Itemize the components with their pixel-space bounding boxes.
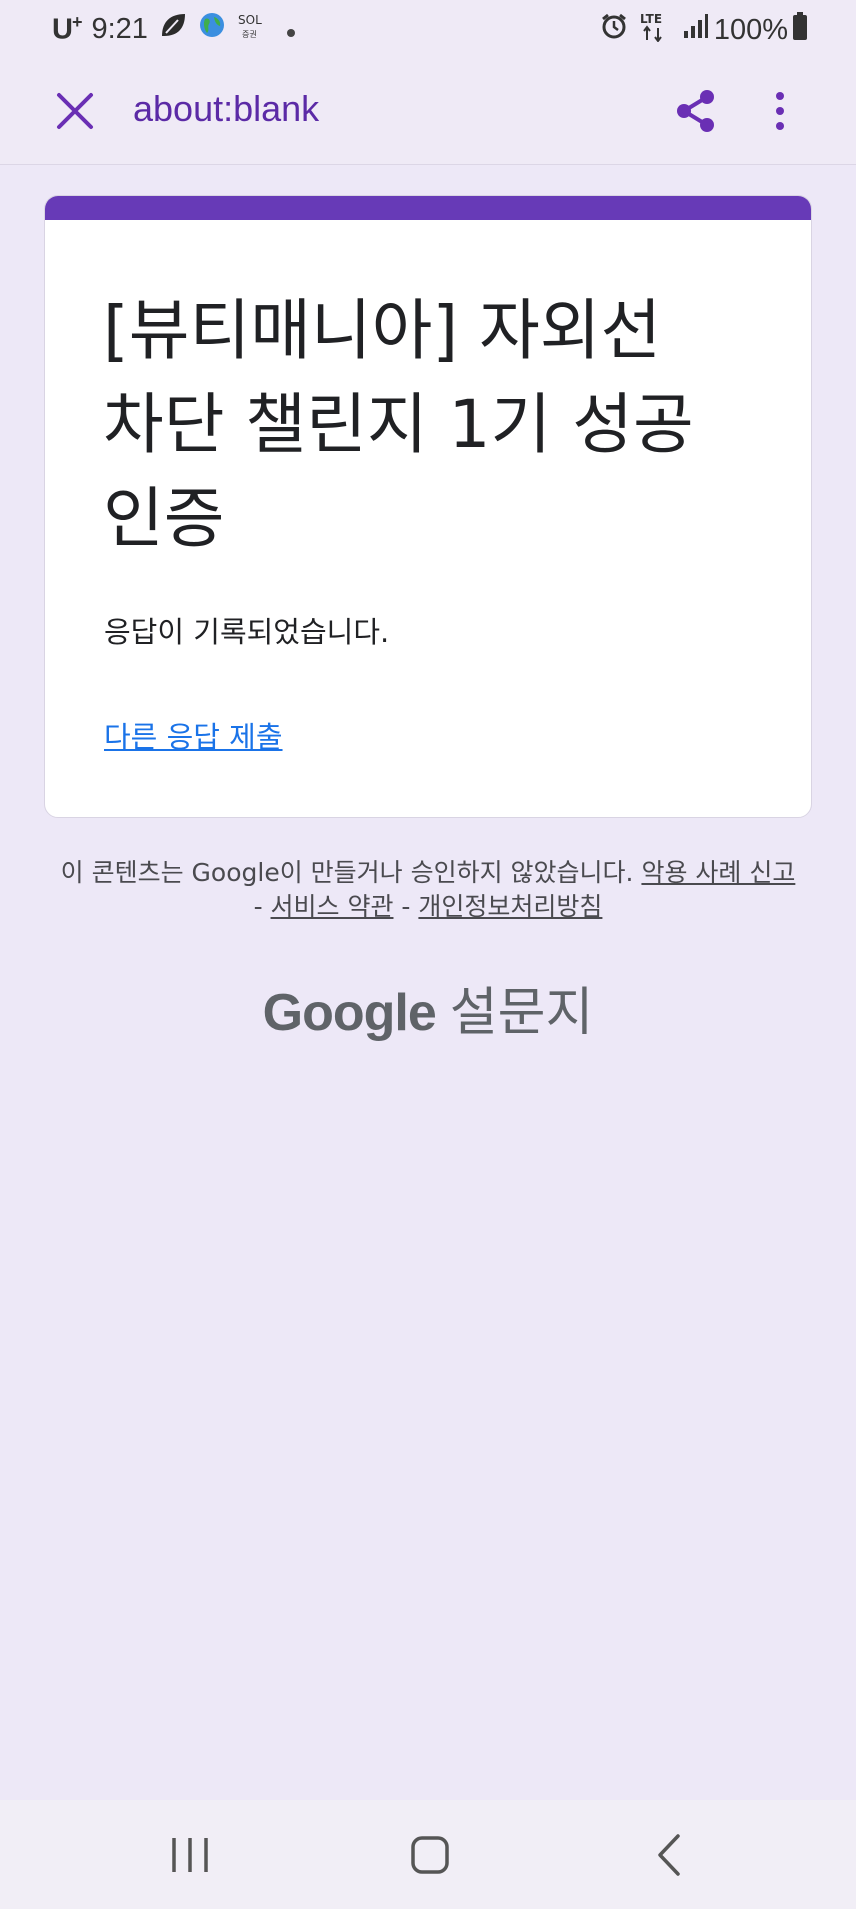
terms-link[interactable]: 서비스 약관 xyxy=(271,892,394,921)
clock: 9:21 xyxy=(91,12,148,45)
share-icon[interactable] xyxy=(672,86,720,136)
status-left: U+ 9:21 SOL 증권 xyxy=(52,10,296,48)
status-right: LTE 100% xyxy=(590,10,808,50)
home-icon[interactable] xyxy=(400,1830,460,1880)
sol-app-icon: SOL 증권 xyxy=(236,10,266,48)
form-title-line: [뷰티매니아] 자외선 xyxy=(103,292,662,369)
submit-another-response-link[interactable]: 다른 응답 제출 xyxy=(104,714,283,756)
disclaimer: 이 콘텐츠는 Google이 만들거나 승인하지 않았습니다. 악용 사례 신고… xyxy=(60,856,796,924)
separator: - xyxy=(393,892,419,921)
system-nav-bar xyxy=(0,1800,856,1909)
response-recorded-message: 응답이 기록되었습니다. xyxy=(104,615,390,649)
browser-toolbar: about:blank xyxy=(0,58,856,165)
svg-text:SOL: SOL xyxy=(238,13,262,27)
back-icon[interactable] xyxy=(640,1830,700,1880)
form-title-line: 차단 챌린지 1기 성공 xyxy=(103,386,694,463)
dot-icon xyxy=(286,13,296,46)
signal-icon xyxy=(682,13,708,47)
lte-icon: LTE xyxy=(638,10,672,50)
disclaimer-text: 이 콘텐츠는 Google이 만들거나 승인하지 않았습니다. xyxy=(60,858,634,887)
alarm-icon xyxy=(600,12,628,48)
form-confirmation-card: [뷰티매니아] 자외선 차단 챌린지 1기 성공 인증 응답이 기록되었습니다.… xyxy=(44,195,812,818)
privacy-link[interactable]: 개인정보처리방침 xyxy=(418,892,602,921)
battery-percent: 100% xyxy=(713,13,788,46)
report-abuse-link[interactable]: 악용 사례 신고 xyxy=(641,858,795,887)
battery-icon xyxy=(792,12,808,48)
separator: - xyxy=(253,892,271,921)
close-icon[interactable] xyxy=(50,86,100,136)
form-title-line: 인증 xyxy=(103,480,225,557)
svg-text:증권: 증권 xyxy=(242,29,257,39)
card-accent-bar xyxy=(45,196,811,220)
more-vert-icon[interactable] xyxy=(765,86,795,136)
google-forms-logo[interactable]: Google 설문지 xyxy=(0,970,856,1045)
status-bar: U+ 9:21 SOL 증권 LTE 100% xyxy=(0,0,856,58)
svg-text:LTE: LTE xyxy=(640,12,662,26)
carrier-label: U+ xyxy=(52,11,82,46)
url-text[interactable]: about:blank xyxy=(133,88,319,130)
globe-icon xyxy=(198,11,226,47)
recent-apps-icon[interactable] xyxy=(160,1830,220,1880)
brand-product: 설문지 xyxy=(449,984,594,1042)
leaf-icon xyxy=(158,10,188,48)
brand-google: Google xyxy=(262,984,437,1042)
form-title: [뷰티매니아] 자외선 차단 챌린지 1기 성공 인증 xyxy=(103,284,783,566)
